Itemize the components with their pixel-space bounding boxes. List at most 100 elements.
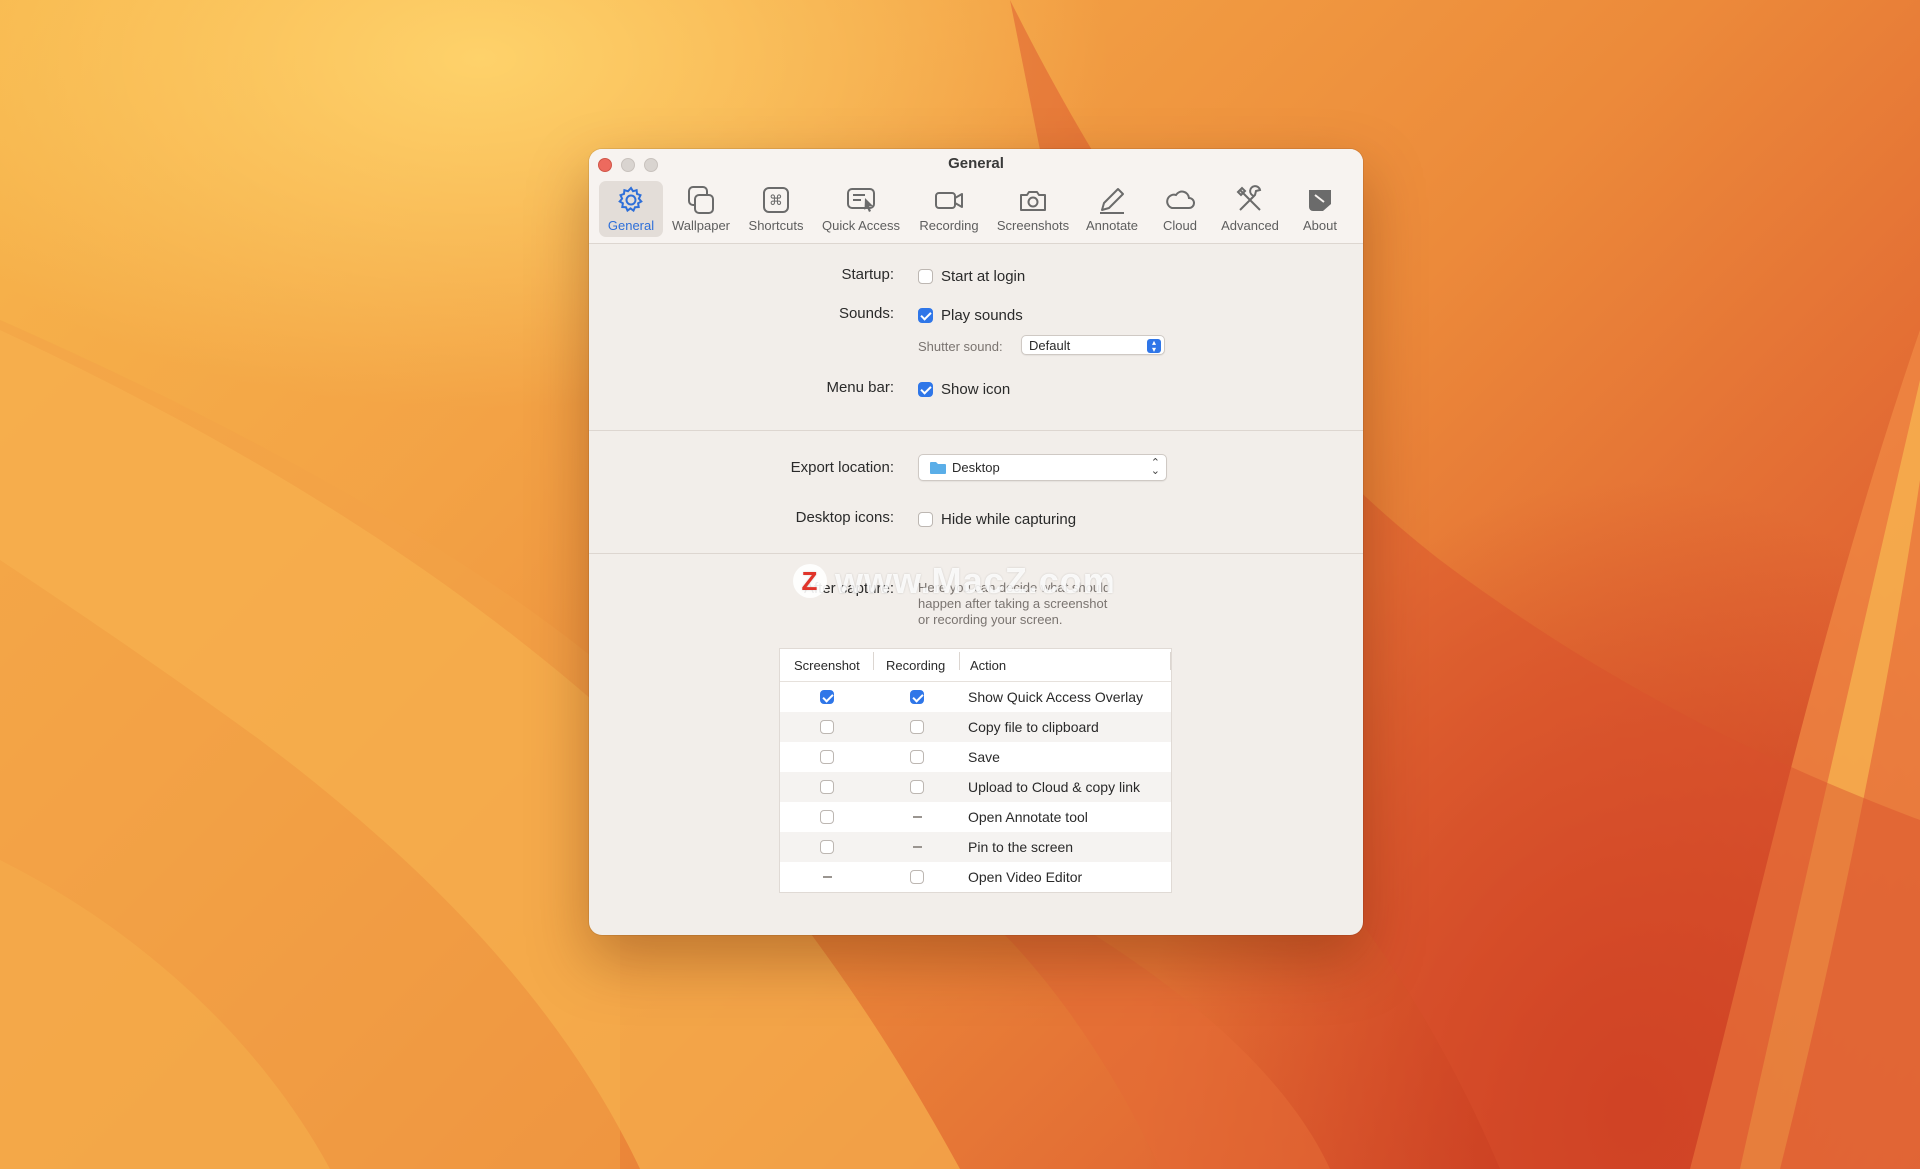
screenshot-cell	[780, 720, 874, 734]
column-header-screenshot[interactable]: Screenshot	[780, 651, 874, 673]
tools-icon	[1236, 185, 1262, 211]
start-at-login-checkbox[interactable]: Start at login	[918, 268, 1025, 285]
tab-cloud[interactable]: Cloud	[1147, 181, 1213, 237]
hide-while-capturing-box[interactable]	[918, 512, 933, 527]
settings-window: General General Wallpaper ⌘ Shortcuts Qu…	[589, 149, 1363, 935]
gear-icon	[618, 186, 643, 213]
shutter-sound-label: Shutter sound:	[918, 339, 1003, 354]
tab-label: Screenshots	[996, 218, 1070, 233]
desktop-icons-label: Desktop icons:	[795, 509, 894, 526]
folder-icon	[930, 461, 946, 474]
tab-label: Cloud	[1163, 218, 1197, 233]
tab-label: Annotate	[1085, 218, 1139, 233]
shutter-sound-value: Default	[1029, 337, 1071, 353]
export-location-label: Export location:	[790, 459, 894, 476]
checkbox-label: Start at login	[941, 268, 1026, 285]
cloud-icon	[1166, 190, 1195, 209]
action-label: Copy file to clipboard	[968, 719, 1099, 735]
shutter-sound-select[interactable]: Default ▴ ▾	[1021, 335, 1165, 355]
column-header-action[interactable]: Action	[960, 651, 1171, 673]
after-capture-table: Screenshot Recording Action Show Quick A…	[779, 648, 1172, 893]
tab-general[interactable]: General	[599, 181, 663, 237]
hide-while-capturing-checkbox[interactable]: Hide while capturing	[918, 511, 1076, 528]
camera-icon	[1020, 191, 1046, 211]
sounds-label: Sounds:	[838, 305, 894, 322]
start-at-login-box[interactable]	[918, 269, 933, 284]
after-capture-section: After capture: Here you can decide what …	[589, 554, 1363, 934]
play-sounds-checkbox[interactable]: Play sounds	[918, 307, 1023, 324]
svg-text:⌘: ⌘	[769, 193, 783, 209]
recording-checkbox[interactable]	[910, 870, 924, 884]
export-location-select[interactable]: Desktop ⌃ ⌄	[918, 454, 1167, 481]
table-header: Screenshot Recording Action	[780, 649, 1171, 682]
quick-access-icon	[847, 188, 875, 212]
screenshot-checkbox[interactable]	[820, 810, 834, 824]
table-row: Show Quick Access Overlay	[780, 682, 1171, 712]
recording-cell	[874, 870, 960, 884]
recording-checkbox[interactable]	[910, 690, 924, 704]
tab-label: Advanced	[1221, 218, 1279, 233]
description-line: or recording your screen.	[918, 612, 1063, 627]
recording-cell	[874, 690, 960, 704]
screenshot-checkbox[interactable]	[820, 840, 834, 854]
action-label: Upload to Cloud & copy link	[968, 779, 1140, 795]
about-icon	[1309, 190, 1331, 211]
screenshot-cell	[780, 810, 874, 824]
tab-label: Wallpaper	[671, 218, 731, 233]
startup-label: Startup:	[841, 266, 894, 283]
tab-label: Recording	[919, 218, 979, 233]
tab-label: About	[1303, 218, 1337, 233]
screenshot-cell	[780, 840, 874, 854]
watermark: Z www.MacZ.com	[793, 560, 1116, 602]
table-row: Save	[780, 742, 1171, 772]
dash-icon	[822, 876, 832, 878]
table-body: Show Quick Access Overlay Copy file to cl…	[780, 682, 1171, 892]
screenshot-cell	[780, 750, 874, 764]
export-section: Export location: Desktop ⌃ ⌄ Desktop icon…	[589, 431, 1363, 554]
recording-checkbox[interactable]	[910, 780, 924, 794]
checkbox-label: Hide while capturing	[941, 511, 1077, 528]
show-icon-box[interactable]	[918, 382, 933, 397]
show-icon-checkbox[interactable]: Show icon	[918, 381, 1010, 398]
table-row: Open Video Editor	[780, 862, 1171, 892]
tab-about[interactable]: About	[1287, 181, 1353, 237]
screenshot-checkbox[interactable]	[820, 720, 834, 734]
table-row: Pin to the screen	[780, 832, 1171, 862]
action-label: Pin to the screen	[968, 839, 1074, 855]
table-row: Open Annotate tool	[780, 802, 1171, 832]
recording-checkbox[interactable]	[910, 720, 924, 734]
screenshot-cell	[780, 876, 874, 878]
watermark-text: www.MacZ.com	[835, 560, 1116, 601]
tab-quick-access[interactable]: Quick Access	[813, 181, 909, 237]
tab-advanced[interactable]: Advanced	[1213, 181, 1287, 237]
action-label: Show Quick Access Overlay	[968, 689, 1144, 705]
tab-wallpaper[interactable]: Wallpaper	[663, 181, 739, 237]
tab-label: Shortcuts	[748, 218, 804, 233]
screenshot-checkbox[interactable]	[820, 690, 834, 704]
general-options-section: Startup: Start at login Sounds: Play sou…	[589, 244, 1363, 431]
chevron-updown-icon: ⌃ ⌄	[1150, 457, 1160, 477]
play-sounds-box[interactable]	[918, 308, 933, 323]
recording-cell	[874, 720, 960, 734]
tab-recording[interactable]: Recording	[909, 181, 989, 237]
tab-label: General	[607, 218, 655, 233]
dash-icon	[912, 846, 922, 848]
tab-label: Quick Access	[821, 218, 901, 233]
tab-annotate[interactable]: Annotate	[1077, 181, 1147, 237]
chevron-updown-icon: ▴ ▾	[1147, 339, 1161, 354]
column-header-recording[interactable]: Recording	[874, 651, 960, 673]
recording-cell	[874, 780, 960, 794]
title-bar: General General Wallpaper ⌘ Shortcuts Qu…	[589, 149, 1363, 244]
action-label: Save	[968, 749, 1000, 765]
tab-screenshots[interactable]: Screenshots	[989, 181, 1077, 237]
recording-checkbox[interactable]	[910, 750, 924, 764]
tab-shortcuts[interactable]: ⌘ Shortcuts	[739, 181, 813, 237]
checkbox-label: Play sounds	[941, 307, 1023, 324]
action-label: Open Video Editor	[968, 869, 1083, 885]
export-location-value: Desktop	[952, 460, 1000, 475]
watermark-logo: Z	[793, 564, 827, 598]
screenshot-checkbox[interactable]	[820, 780, 834, 794]
recording-cell	[874, 750, 960, 764]
screenshot-checkbox[interactable]	[820, 750, 834, 764]
recording-cell	[874, 846, 960, 848]
